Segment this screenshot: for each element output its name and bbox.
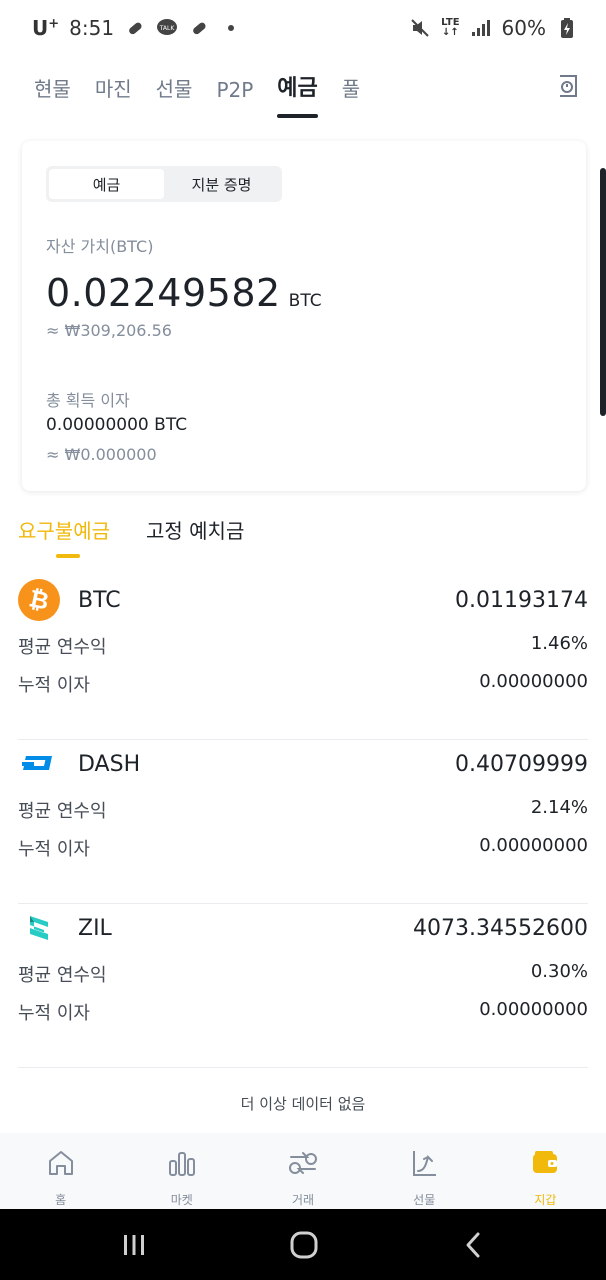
nav-label: 마켓 (170, 1193, 193, 1207)
nav-trade[interactable]: 거래 (242, 1133, 363, 1209)
coin-amount: 0.40709999 (455, 751, 588, 777)
tab-margin[interactable]: 마진 (95, 73, 132, 118)
tab-futures[interactable]: 선물 (156, 73, 193, 118)
apy-label: 평균 연수익 (18, 637, 107, 658)
tab-flexible-savings[interactable]: 요구불예금 (18, 515, 110, 558)
scroll-indicator (600, 168, 606, 416)
carrier-label: U+ (32, 16, 60, 40)
home-icon (48, 1151, 73, 1175)
back-icon[interactable] (458, 1229, 490, 1261)
system-nav-bar (0, 1209, 606, 1280)
talk-icon: TALK (156, 17, 178, 39)
history-icon[interactable] (554, 72, 582, 100)
network-indicator: LTE ↓↑ (441, 17, 460, 38)
coin-amount: 0.01193174 (455, 587, 588, 613)
trade-icon (289, 1152, 317, 1174)
btc-icon: ₿ (18, 579, 60, 621)
battery-percent: 60% (501, 16, 546, 40)
pill-icon (124, 17, 146, 39)
bar-chart-icon (168, 1152, 195, 1176)
dot-icon (220, 17, 242, 39)
status-bar: U+ 8:51 TALK LTE ↓↑ 60% (0, 0, 606, 60)
nav-label: 지갑 (534, 1193, 557, 1207)
interest-label: 누적 이자 (18, 1003, 90, 1024)
asset-summary-card: 예금 지분 증명 자산 가치(BTC) 0.02249582 BTC ≈ ₩30… (22, 141, 586, 491)
dash-icon (18, 743, 60, 785)
apy-value: 0.30% (530, 961, 588, 982)
interest-value: 0.00000000 (479, 671, 588, 692)
asset-value-number: 0.02249582 (46, 271, 281, 315)
tab-pool[interactable]: 풀 (342, 73, 360, 118)
apy-label: 평균 연수익 (18, 801, 107, 822)
asset-value: 0.02249582 BTC (46, 271, 322, 315)
mute-icon (409, 17, 431, 39)
no-more-data-text: 더 이상 데이터 없음 (240, 1095, 366, 1113)
zil-icon (18, 907, 60, 949)
wallet-icon (533, 1151, 558, 1173)
bottom-nav: 홈 마켓 거래 선물 지갑 (0, 1133, 606, 1209)
coin-symbol: BTC (78, 587, 121, 613)
coin-symbol: ZIL (78, 915, 112, 941)
apy-value: 2.14% (530, 797, 588, 818)
asset-value-unit: BTC (288, 291, 322, 311)
clock: 8:51 (69, 16, 115, 40)
tab-locked-savings[interactable]: 고정 예치금 (146, 515, 244, 558)
coin-symbol: DASH (78, 751, 141, 777)
interest-value: 0.00000000 (479, 999, 588, 1020)
futures-icon (413, 1151, 437, 1176)
nav-wallet[interactable]: 지갑 (485, 1133, 606, 1209)
svg-text:TALK: TALK (159, 25, 176, 32)
nav-home[interactable]: 홈 (0, 1133, 121, 1209)
savings-segment-control: 예금 지분 증명 (46, 166, 282, 202)
total-interest-value: 0.00000000 BTC (46, 415, 188, 435)
nav-label: 선물 (413, 1193, 436, 1207)
tab-p2p[interactable]: P2P (216, 78, 253, 118)
battery-icon (556, 17, 578, 39)
pill-icon (188, 17, 210, 39)
recent-apps-icon[interactable] (118, 1229, 150, 1261)
list-item[interactable]: ZIL 4073.34552600 평균 연수익 0.30% 누적 이자 0.000… (18, 904, 588, 1068)
asset-krw-value: ≈ ₩309,206.56 (46, 321, 172, 340)
signal-icon (470, 17, 492, 39)
interest-label: 누적 이자 (18, 839, 90, 860)
product-tabs: 요구불예금 고정 예치금 (18, 515, 244, 558)
coin-amount: 4073.34552600 (413, 915, 588, 941)
list-item[interactable]: DASH 0.40709999 평균 연수익 2.14% 누적 이자 0.00000… (18, 740, 588, 904)
tab-savings[interactable]: 예금 (277, 70, 319, 118)
coin-list: ₿ BTC 0.01193174 평균 연수익 1.46% 누적 이자 0.0000… (18, 576, 588, 1068)
nav-futures[interactable]: 선물 (364, 1133, 485, 1209)
total-interest-label: 총 획득 이자 (46, 391, 130, 410)
interest-value: 0.00000000 (479, 835, 588, 856)
asset-value-label: 자산 가치(BTC) (46, 237, 154, 256)
interest-label: 누적 이자 (18, 675, 90, 696)
home-button-icon[interactable] (288, 1229, 320, 1261)
list-item[interactable]: ₿ BTC 0.01193174 평균 연수익 1.46% 누적 이자 0.0000… (18, 576, 588, 740)
segment-savings[interactable]: 예금 (49, 169, 164, 199)
nav-markets[interactable]: 마켓 (121, 1133, 242, 1209)
segment-staking[interactable]: 지분 증명 (164, 169, 279, 199)
nav-label: 홈 (55, 1193, 67, 1207)
apy-label: 평균 연수익 (18, 965, 107, 986)
tab-spot[interactable]: 현물 (34, 73, 71, 118)
apy-value: 1.46% (530, 633, 588, 654)
total-interest-krw: ≈ ₩0.000000 (46, 445, 157, 464)
top-tabs: 현물 마진 선물 P2P 예금 풀 (34, 70, 360, 118)
nav-label: 거래 (291, 1193, 315, 1207)
